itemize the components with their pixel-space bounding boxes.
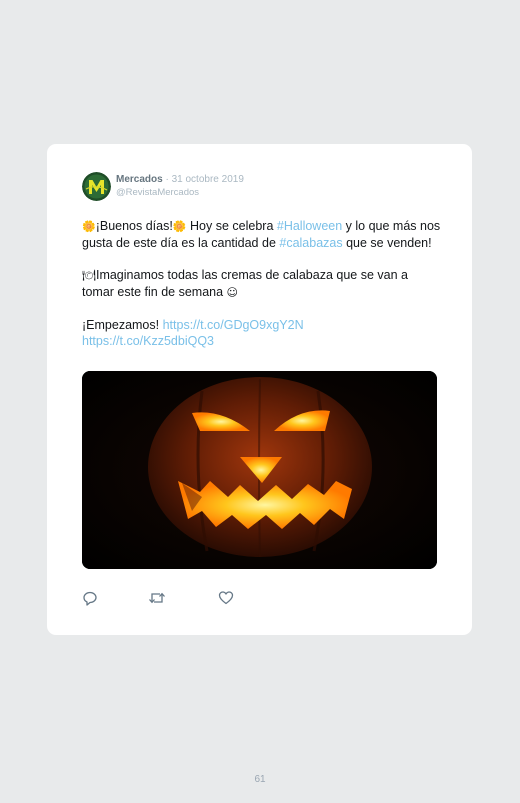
tweet-text: 🌼¡Buenos días!🌼 Hoy se celebra #Hallowee… (82, 218, 442, 349)
tweet-header: Mercados · 31 octobre 2019 @RevistaMerca… (82, 172, 442, 204)
avatar[interactable] (82, 172, 111, 201)
tweet-paragraph-2: 🍽Imaginamos todas las cremas de calabaza… (82, 267, 442, 301)
tweet-actions (82, 590, 282, 606)
mercados-logo-icon (82, 172, 111, 201)
author-line: Mercados · 31 octobre 2019 (116, 174, 244, 185)
text-segment: que se venden! (342, 236, 432, 250)
smile-emoji: ☺ (226, 286, 238, 299)
reply-button[interactable] (82, 590, 100, 606)
page-number: 61 (254, 774, 266, 785)
tweet-link-1[interactable]: https://t.co/GDgO9xgY2N (163, 318, 304, 332)
jack-o-lantern-image (82, 371, 437, 569)
plate-emoji: 🍽 (82, 269, 96, 282)
flower-emoji: 🌼 (172, 220, 187, 233)
like-button[interactable] (218, 590, 236, 606)
retweet-button[interactable] (148, 590, 166, 606)
author-name[interactable]: Mercados (116, 174, 163, 185)
reply-icon (83, 591, 97, 606)
text-segment: Hoy se celebra (186, 219, 277, 233)
tweet-image[interactable] (82, 371, 437, 569)
tweet-link-2[interactable]: https://t.co/Kzz5dbiQQ3 (82, 334, 214, 348)
text-segment: ¡Buenos días! (95, 219, 173, 233)
retweet-icon (149, 592, 165, 604)
flower-emoji: 🌼 (82, 220, 96, 233)
heart-icon (218, 591, 234, 605)
separator: · (165, 174, 169, 185)
tweet-card: Mercados · 31 octobre 2019 @RevistaMerca… (47, 144, 472, 635)
tweet-paragraph-3: ¡Empezamos! https://t.co/GDgO9xgY2N https… (82, 317, 442, 349)
text-segment: Imaginamos todas las cremas de calabaza … (82, 268, 408, 299)
text-segment: ¡Empezamos! (82, 318, 163, 332)
hashtag-calabazas[interactable]: #calabazas (279, 236, 342, 250)
author-handle[interactable]: @RevistaMercados (116, 187, 199, 198)
tweet-date[interactable]: 31 octobre 2019 (172, 174, 244, 185)
tweet-paragraph-1: 🌼¡Buenos días!🌼 Hoy se celebra #Hallowee… (82, 218, 442, 251)
hashtag-halloween[interactable]: #Halloween (277, 219, 342, 233)
